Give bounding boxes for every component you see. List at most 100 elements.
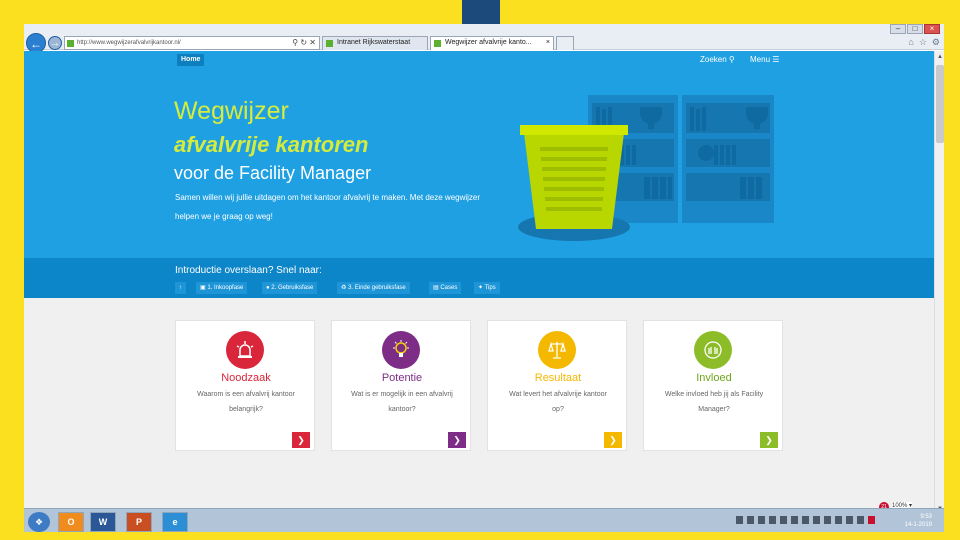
tray-icon[interactable] <box>736 516 743 524</box>
tray-icon[interactable] <box>824 516 831 524</box>
scroll-thumb[interactable] <box>936 65 944 143</box>
card-arrow-button[interactable]: ❯ <box>292 432 310 448</box>
tray-icon[interactable] <box>802 516 809 524</box>
tray-icon[interactable] <box>835 516 842 524</box>
hero-section: Home Zoeken ⚲ Menu ☰ Wegwijzer afvalvrij… <box>24 51 934 298</box>
card-resultaat[interactable]: Resultaat Wat levert het afvalvrije kant… <box>487 320 627 451</box>
card-description: Waarom is een afvalvrij kantoor belangri… <box>197 391 295 413</box>
browser-toolbar: – □ × ← → http://www.wegwijzerafvalvrijk… <box>24 24 944 53</box>
tray-icon[interactable] <box>758 516 765 524</box>
new-tab-button[interactable] <box>556 36 574 50</box>
scales-icon <box>548 341 566 359</box>
website: Home Zoeken ⚲ Menu ☰ Wegwijzer afvalvrij… <box>24 51 934 515</box>
minimize-button[interactable]: – <box>890 24 906 34</box>
sparkle-icon: ✦ <box>478 285 484 291</box>
tray-icon[interactable] <box>813 516 820 524</box>
clock-date: 14-1-2019 <box>904 522 932 528</box>
taskbar-app-powerpoint[interactable]: P <box>126 512 152 532</box>
frame-top-tab <box>462 0 500 24</box>
home-link[interactable]: Home <box>177 54 205 66</box>
tray-icon[interactable] <box>791 516 798 524</box>
card-description: Wat is er mogelijk in een afvalvrij kant… <box>351 391 453 413</box>
card-arrow-button[interactable]: ❯ <box>760 432 778 448</box>
hero-audience: voor de Facility Manager <box>174 163 372 183</box>
arrow-up-icon: ↑ <box>179 285 182 291</box>
taskbar-app-outlook[interactable]: O <box>58 512 84 532</box>
search-link[interactable]: Zoeken ⚲ <box>700 54 735 66</box>
cart-icon: ▣ <box>200 285 206 291</box>
card-icon-circle <box>538 331 576 369</box>
screen: – □ × ← → http://www.wegwijzerafvalvrijk… <box>24 24 944 532</box>
close-window-button[interactable]: × <box>924 24 940 34</box>
quick-nav-question: Introductie overslaan? Snel naar: <box>175 265 322 276</box>
hero-subtitle: afvalvrije kantoren <box>174 132 369 157</box>
card-title: Noodzaak <box>221 372 271 384</box>
start-button[interactable]: ❖ <box>28 512 50 532</box>
back-button[interactable]: ← <box>26 33 46 53</box>
search-label: Zoeken <box>700 55 727 64</box>
tray-icon[interactable] <box>780 516 787 524</box>
tray-icon[interactable] <box>846 516 853 524</box>
card-title: Resultaat <box>534 372 582 384</box>
card-description: Welke invloed heb jij als Facility Manag… <box>664 391 764 413</box>
tray-icon[interactable] <box>747 516 754 524</box>
quick-link-gebruiksfase[interactable]: ● 2. Gebruiksfase <box>262 282 318 294</box>
lightbulb-icon <box>393 340 409 357</box>
maximize-button[interactable]: □ <box>907 24 923 34</box>
tab-intranet[interactable]: Intranet Rijkswaterstaat <box>322 36 428 50</box>
quick-link-tips[interactable]: ✦ Tips <box>474 282 500 294</box>
tray-icon[interactable] <box>769 516 776 524</box>
card-title: Invloed <box>696 372 732 384</box>
system-tray <box>736 516 875 524</box>
card-potentie[interactable]: Potentie Wat is er mogelijk in een afval… <box>331 320 471 451</box>
card-icon-circle <box>226 331 264 369</box>
page-scrollbar[interactable]: ▲ ▼ <box>934 51 944 515</box>
clock-time: 9:53 <box>920 514 932 520</box>
home-icon[interactable]: ⌂ <box>908 37 913 48</box>
address-tools-icon[interactable]: ⚲ ↻ ✕ <box>292 37 316 49</box>
taskbar-app-word[interactable]: W <box>90 512 116 532</box>
hands-icon <box>704 341 722 359</box>
tray-icon[interactable] <box>868 516 875 524</box>
quick-link-label: Cases <box>440 285 458 291</box>
tab-wegwijzer[interactable]: Wegwijzer afvalvrije kanto... × <box>430 36 554 50</box>
site-favicon-icon <box>67 40 74 47</box>
menu-link[interactable]: Menu ☰ <box>750 54 779 66</box>
address-text: http://www.wegwijzerafvalvrijkantoor.nl/ <box>77 40 181 46</box>
card-arrow-button[interactable]: ❯ <box>604 432 622 448</box>
quick-link-inkoopfase[interactable]: ▣ 1. Inkoopfase <box>196 282 248 294</box>
quick-link-label: 3. Einde gebruiksfase <box>348 285 406 291</box>
card-arrow-button[interactable]: ❯ <box>448 432 466 448</box>
hero-description: Samen willen wij jullie uitdagen om het … <box>175 193 481 221</box>
recycle-icon: ♻ <box>341 285 347 291</box>
window-controls: – □ × <box>890 24 940 34</box>
tab-label: Intranet Rijkswaterstaat <box>337 39 411 46</box>
tray-icon[interactable] <box>857 516 864 524</box>
favorites-star-icon[interactable]: ☆ <box>919 37 927 48</box>
menu-label: Menu <box>750 55 771 64</box>
scroll-top-button[interactable]: ↑ <box>175 282 186 294</box>
tab-close-icon[interactable]: × <box>546 37 550 49</box>
card-noodzaak[interactable]: Noodzaak Waarom is een afvalvrij kantoor… <box>175 320 315 451</box>
people-icon: ● <box>266 285 270 291</box>
card-icon-circle <box>382 331 420 369</box>
quick-link-label: 1. Inkoopfase <box>207 285 244 291</box>
card-title: Potentie <box>381 372 423 384</box>
system-clock[interactable]: 9:53 14-1-2019 <box>900 513 932 529</box>
address-bar[interactable]: http://www.wegwijzerafvalvrijkantoor.nl/… <box>64 36 320 50</box>
bookshelf-bin-illustration <box>518 95 774 241</box>
gear-icon[interactable]: ⚙ <box>932 37 940 48</box>
tab-favicon-icon <box>326 40 333 47</box>
siren-icon <box>236 341 254 358</box>
forward-button[interactable]: → <box>48 36 62 50</box>
tab-label: Wegwijzer afvalvrije kanto... <box>445 39 532 46</box>
search-icon: ⚲ <box>728 55 735 64</box>
quick-link-cases[interactable]: ▤ Cases <box>429 282 462 294</box>
quick-link-label: Tips <box>484 285 496 291</box>
scroll-up-icon[interactable]: ▲ <box>936 53 944 61</box>
card-invloed[interactable]: Invloed Welke invloed heb jij als Facili… <box>643 320 783 451</box>
quick-link-label: 2. Gebruiksfase <box>271 285 314 291</box>
quick-link-einde-gebruiksfase[interactable]: ♻ 3. Einde gebruiksfase <box>337 282 410 294</box>
folder-icon: ▤ <box>433 285 439 291</box>
taskbar-app-internet-explorer[interactable]: e <box>162 512 188 532</box>
